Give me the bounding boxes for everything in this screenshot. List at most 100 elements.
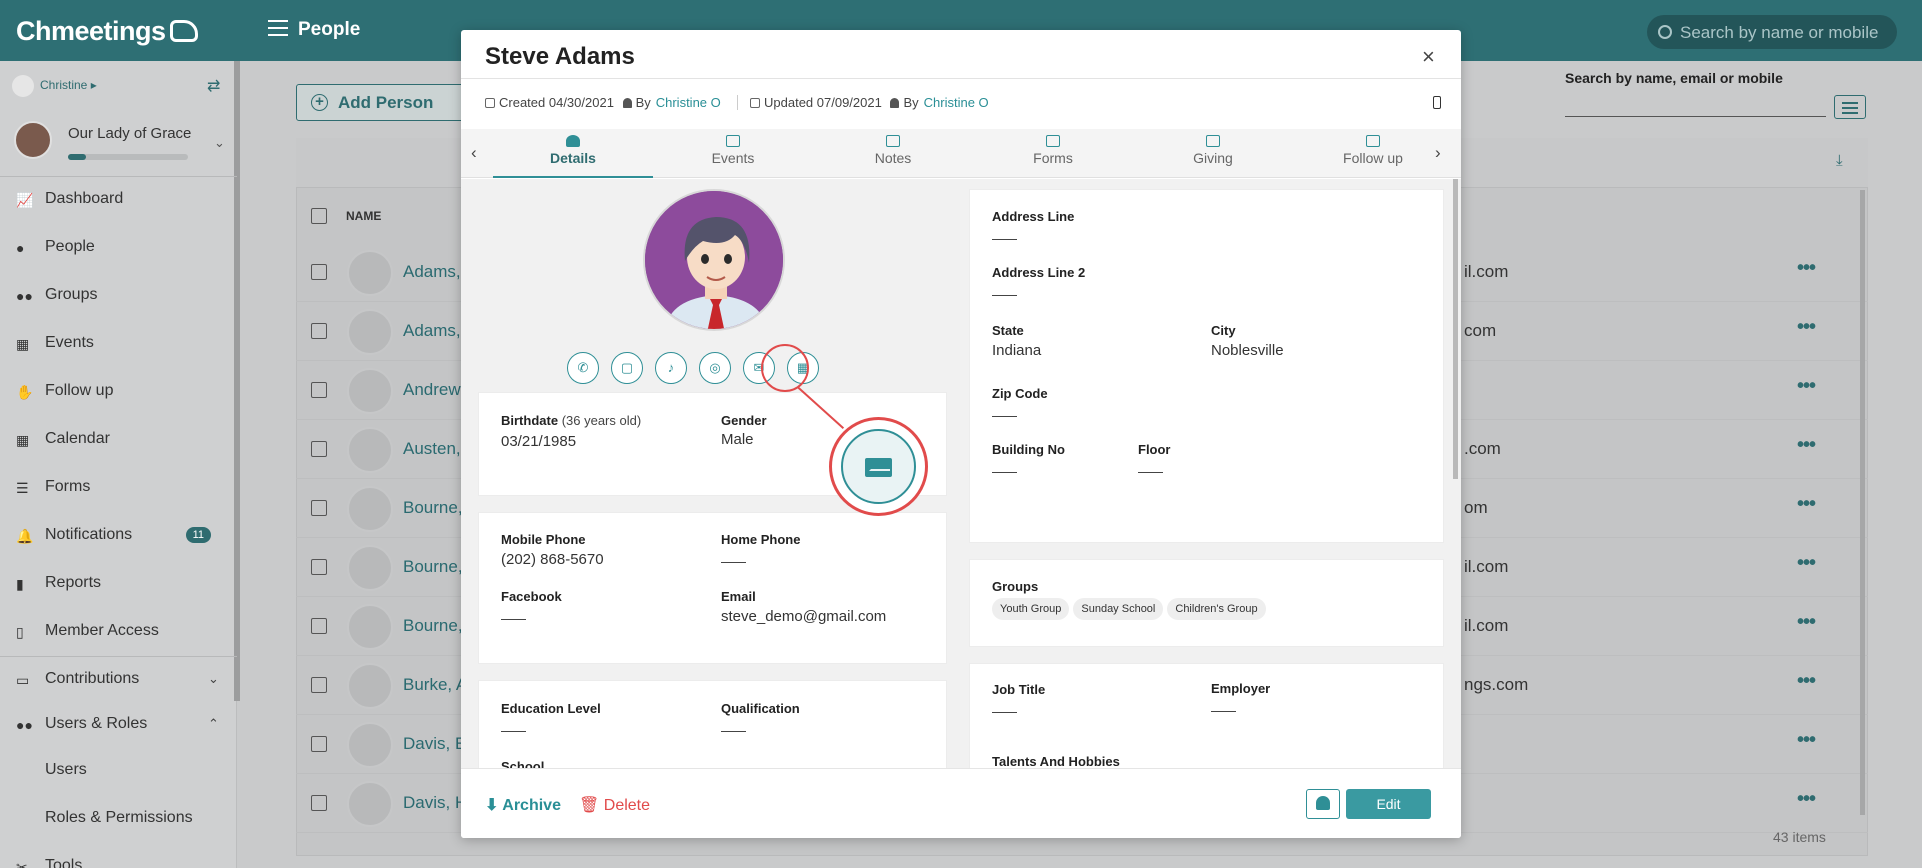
person-name[interactable]: Andrews (403, 380, 469, 400)
edit-button[interactable]: Edit (1346, 789, 1431, 819)
group-chip[interactable]: Youth Group (992, 598, 1070, 620)
row-checkbox[interactable] (311, 382, 327, 398)
tab-follow-up[interactable]: Follow up (1293, 129, 1453, 178)
user-settings-button[interactable] (1306, 789, 1340, 819)
tab-notes[interactable]: Notes (813, 129, 973, 178)
more-icon[interactable]: ••• (1797, 375, 1816, 398)
sidebar-item-roles-permissions[interactable]: Roles & Permissions (0, 801, 237, 837)
more-icon[interactable]: ••• (1797, 611, 1816, 634)
people-search-input[interactable] (1565, 116, 1826, 117)
global-search-input[interactable]: Search by name or mobile (1647, 15, 1897, 49)
highlight-ring (761, 344, 809, 392)
avatar (347, 722, 393, 768)
items-count: 43 items (1773, 829, 1826, 845)
row-checkbox[interactable] (311, 441, 327, 457)
modal-scrollbar[interactable] (1453, 179, 1458, 479)
phone-icon[interactable]: ✆ (567, 352, 599, 384)
church-selector[interactable]: Our Lady of Grace ⌄ (14, 121, 229, 166)
group-chip[interactable]: Children's Group (1167, 598, 1266, 620)
mobile-icon: ▯ (16, 624, 24, 640)
chevron-right-icon[interactable]: › (1435, 143, 1441, 163)
handshake-icon: ✋ (16, 384, 34, 400)
more-icon[interactable]: ••• (1797, 788, 1816, 811)
sidebar-item-forms[interactable]: ☰ Forms (0, 470, 237, 506)
row-checkbox[interactable] (311, 264, 327, 280)
empty-value (992, 295, 1017, 296)
more-icon[interactable]: ••• (1797, 316, 1816, 339)
profile-photo[interactable] (643, 189, 785, 331)
add-person-button[interactable]: + Add Person (296, 84, 476, 121)
group-chip[interactable]: Sunday School (1073, 598, 1164, 620)
sidebar-item-calendar[interactable]: ▦ Calendar (0, 422, 237, 458)
empty-value (992, 416, 1017, 417)
sidebar-item-groups[interactable]: ●● Groups (0, 278, 237, 314)
person-name[interactable]: Adams, (403, 262, 461, 282)
updated-by-link[interactable]: Christine O (924, 95, 989, 110)
person-name[interactable]: Burke, A (403, 675, 467, 695)
list-icon (1046, 135, 1060, 147)
person-name[interactable]: Adams, (403, 321, 461, 341)
row-checkbox[interactable] (311, 677, 327, 693)
current-user[interactable]: Christine ▸ (12, 75, 97, 97)
row-checkbox[interactable] (311, 618, 327, 634)
more-icon[interactable]: ••• (1797, 729, 1816, 752)
more-icon[interactable]: ••• (1797, 493, 1816, 516)
city-value: Noblesville (1211, 342, 1284, 359)
app-logo[interactable]: Chmeetings (16, 16, 198, 47)
table-scrollbar[interactable] (1860, 190, 1865, 815)
sidebar-item-users-roles[interactable]: ●● Users & Roles ⌃ (0, 707, 237, 743)
tab-details[interactable]: Details (493, 129, 653, 178)
row-checkbox[interactable] (311, 736, 327, 752)
bell-icon[interactable]: ♪ (655, 352, 687, 384)
sidebar-item-people[interactable]: ● People (0, 230, 237, 266)
sidebar-item-events[interactable]: ▦ Events (0, 326, 237, 362)
sidebar-item-tools[interactable]: ✂ Tools (0, 849, 237, 868)
sidebar-item-users[interactable]: Users (0, 753, 237, 789)
person-name[interactable]: Davis, H (403, 793, 467, 813)
mobile-phone-value[interactable]: (202) 868-5670 (501, 551, 604, 568)
user-icon (890, 98, 900, 108)
sidebar-item-reports[interactable]: ▮ Reports (0, 566, 237, 602)
person-name[interactable]: Bourne, (403, 498, 463, 518)
empty-value (1211, 711, 1236, 712)
chat-icon[interactable]: ▢ (611, 352, 643, 384)
close-icon[interactable]: × (1422, 44, 1435, 70)
more-icon[interactable]: ••• (1797, 434, 1816, 457)
menu-icon[interactable] (268, 20, 288, 36)
sidebar-item-contributions[interactable]: ▭ Contributions ⌄ (0, 662, 237, 698)
row-checkbox[interactable] (311, 559, 327, 575)
select-all-checkbox[interactable] (311, 208, 327, 224)
city-label: City (1211, 323, 1236, 338)
email-value[interactable]: steve_demo@gmail.com (721, 608, 886, 625)
calendar-icon (485, 98, 495, 108)
whatsapp-icon[interactable]: ◎ (699, 352, 731, 384)
more-icon[interactable]: ••• (1797, 670, 1816, 693)
person-name[interactable]: Davis, E (403, 734, 466, 754)
created-by-link[interactable]: Christine O (656, 95, 721, 110)
person-name[interactable]: Bourne, (403, 616, 463, 636)
sidebar-item-notifications[interactable]: 🔔 Notifications 11 (0, 518, 237, 554)
filter-button[interactable] (1834, 95, 1866, 119)
sidebar-item-follow-up[interactable]: ✋ Follow up (0, 374, 237, 410)
sidebar-item-dashboard[interactable]: 📈 Dashboard (0, 182, 237, 218)
switch-icon[interactable]: ⇄ (207, 76, 220, 96)
sidebar-item-member-access[interactable]: ▯ Member Access (0, 614, 237, 650)
archive-button[interactable]: ⬇ Archive (485, 795, 561, 815)
tab-giving[interactable]: Giving (1133, 129, 1293, 178)
tab-events[interactable]: Events (653, 129, 813, 178)
modal-title: Steve Adams (485, 43, 635, 70)
person-name[interactable]: Bourne, (403, 557, 463, 577)
avatar (347, 604, 393, 650)
mobile-icon[interactable] (1433, 96, 1441, 109)
person-name[interactable]: Austen, (403, 439, 461, 459)
delete-button[interactable]: 🗑 Delete (579, 795, 650, 815)
mobile-phone-label: Mobile Phone (501, 532, 586, 547)
tab-forms[interactable]: Forms (973, 129, 1133, 178)
more-icon[interactable]: ••• (1797, 552, 1816, 575)
row-checkbox[interactable] (311, 795, 327, 811)
row-checkbox[interactable] (311, 500, 327, 516)
more-icon[interactable]: ••• (1797, 257, 1816, 280)
chevron-left-icon[interactable]: ‹ (471, 143, 477, 163)
download-icon[interactable]: ⤓ (1836, 152, 1843, 169)
row-checkbox[interactable] (311, 323, 327, 339)
